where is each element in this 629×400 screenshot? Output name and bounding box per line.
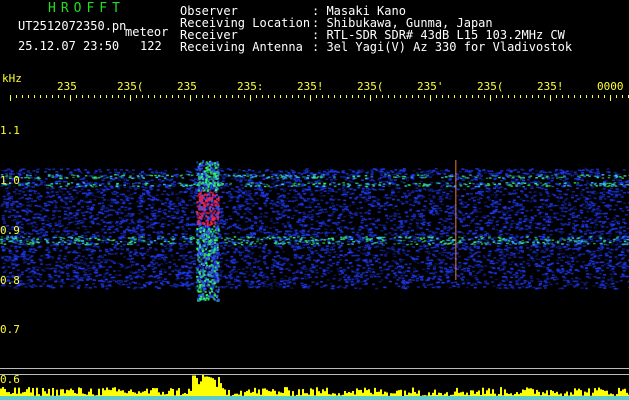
x-tick: 235!: [537, 80, 564, 93]
x-tick: 235:: [237, 80, 264, 93]
x-tick: 235': [417, 80, 444, 93]
meteor-echo: [196, 160, 220, 302]
x-tick: 235: [57, 80, 77, 93]
datetime-label: 25.12.07 23:50: [18, 39, 120, 53]
y-tick-0-6: 0.6: [0, 373, 20, 386]
antenna-value: : 3el Yagi(V) Az 330 for Vladivostok: [312, 40, 573, 54]
power-bars-cyan: [0, 396, 629, 400]
y-tick-1-0: 1.0: [0, 174, 20, 187]
meteor-count: 122: [140, 39, 162, 53]
spectrogram: [0, 95, 629, 400]
x-tick: 235(: [357, 80, 384, 93]
x-tick: 235(: [117, 80, 144, 93]
y-tick-0-8: 0.8: [0, 274, 20, 287]
noise-band: [0, 168, 629, 290]
filename-label: UT2512072350.pn: [18, 19, 127, 33]
y-tick-0-7: 0.7: [0, 323, 20, 336]
x-tick: 235(: [477, 80, 504, 93]
y-tick-0-9: 0.9: [0, 224, 20, 237]
event-line: [455, 160, 457, 280]
antenna-label: Receiving Antenna: [180, 40, 303, 54]
meteor-label: meteor: [125, 25, 169, 39]
y-tick-1-1: 1.1: [0, 124, 20, 137]
x-tick: 235!: [297, 80, 324, 93]
baseline-top: [0, 368, 629, 369]
x-tick: 235: [177, 80, 197, 93]
x-tick: 0000: [597, 80, 624, 93]
axis-ticks: [10, 95, 629, 101]
brand-title: HROFFT: [48, 1, 125, 16]
axis-unit: kHz: [2, 72, 22, 85]
baseline-bottom: [0, 374, 629, 375]
